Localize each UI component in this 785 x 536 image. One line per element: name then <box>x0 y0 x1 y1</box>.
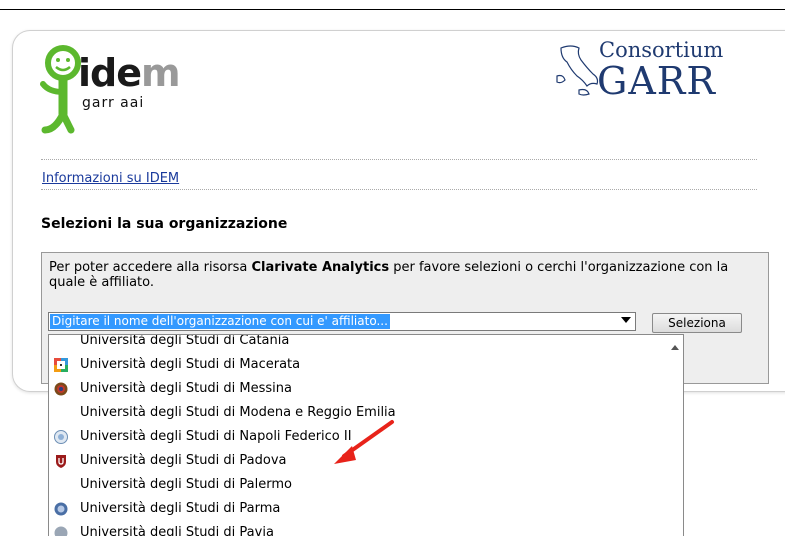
macerata-logo-icon <box>54 358 68 372</box>
info-idem-link[interactable]: Informazioni su IDEM <box>42 171 179 186</box>
list-item[interactable]: Università degli Studi di Parma <box>49 497 664 521</box>
resource-name: Clarivate Analytics <box>252 260 390 275</box>
instructions-text: Per poter accedere alla risorsa Clarivat… <box>49 260 749 290</box>
scroll-up-icon[interactable] <box>671 345 679 350</box>
list-item[interactable]: Università degli Studi di Catania <box>49 334 664 353</box>
divider <box>41 159 757 160</box>
idem-subtitle: garr aai <box>82 95 144 111</box>
organization-dropdown-list[interactable]: Università degli Studi di Catania Univer… <box>48 334 684 536</box>
parma-seal-icon <box>54 502 68 516</box>
section-title: Selezioni la sua organizzazione <box>41 216 287 232</box>
divider <box>41 189 757 190</box>
top-divider <box>0 9 785 10</box>
search-input-value: Digitare il nome dell'organizzazione con… <box>50 314 390 329</box>
organization-search-input[interactable]: Digitare il nome dell'organizzazione con… <box>48 312 636 331</box>
dropdown-arrow-icon[interactable] <box>621 317 631 323</box>
list-item[interactable]: Università degli Studi di Macerata <box>49 353 664 377</box>
idem-wordmark: idem <box>78 51 180 95</box>
select-button[interactable]: Seleziona <box>652 313 742 333</box>
padova-shield-icon <box>54 454 68 468</box>
list-item[interactable]: Università degli Studi di Napoli Federic… <box>49 425 664 449</box>
list-item[interactable]: Università degli Studi di Pavia <box>49 521 664 536</box>
italy-outline-icon <box>553 40 603 100</box>
garr-wordmark: GARR <box>597 59 716 103</box>
messina-seal-icon <box>54 382 68 396</box>
napoli-seal-icon <box>54 430 68 444</box>
list-item[interactable]: Università degli Studi di Palermo <box>49 473 664 497</box>
list-item[interactable]: Università degli Studi di Modena e Reggi… <box>49 401 664 425</box>
list-item[interactable]: Università degli Studi di Padova <box>49 449 664 473</box>
list-item[interactable]: Università degli Studi di Messina <box>49 377 664 401</box>
